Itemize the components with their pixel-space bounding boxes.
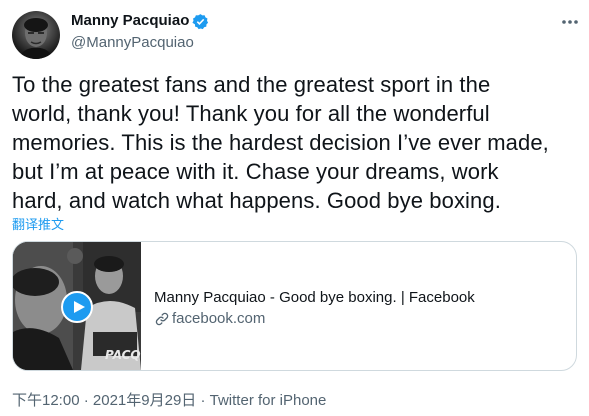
meta-separator: ·: [196, 392, 210, 409]
link-card[interactable]: PACQ Manny Pacquiao - Good bye boxing. |…: [12, 241, 577, 371]
verified-badge-icon: [192, 14, 209, 30]
avatar-image: [18, 18, 54, 59]
translate-tweet-link[interactable]: 翻译推文: [12, 214, 64, 233]
tweet-source[interactable]: Twitter for iPhone: [210, 392, 327, 409]
meta-separator: ·: [79, 392, 93, 409]
card-title[interactable]: Manny Pacquiao - Good bye boxing. | Face…: [154, 289, 475, 306]
tweet-time[interactable]: 下午12:00: [12, 392, 80, 409]
thumbnail-text: PACQ: [105, 348, 141, 362]
tweet-text-line: but I’m at peace with it. Chase your dre…: [12, 159, 499, 184]
tweet-text-line: memories. This is the hardest decision I…: [12, 130, 549, 155]
author-name[interactable]: Manny Pacquiao: [71, 12, 189, 29]
more-options-icon[interactable]: [560, 12, 580, 32]
link-icon: [155, 312, 169, 326]
card-thumbnail[interactable]: PACQ: [13, 242, 141, 370]
tweet-text-line: hard, and watch what happens. Good bye b…: [12, 188, 501, 213]
author-handle[interactable]: @MannyPacquiao: [71, 34, 194, 51]
tweet-metadata: 下午12:00 · 2021年9月29日 · Twitter for iPhon…: [12, 389, 326, 410]
tweet-text: To the greatest fans and the greatest sp…: [12, 70, 582, 215]
tweet-text-line: world, thank you! Thank you for all the …: [12, 101, 490, 126]
tweet-date[interactable]: 2021年9月29日: [93, 392, 196, 409]
tweet-text-line: To the greatest fans and the greatest sp…: [12, 72, 491, 97]
card-domain[interactable]: facebook.com: [172, 310, 265, 327]
play-icon[interactable]: [61, 291, 93, 323]
avatar[interactable]: [12, 11, 60, 59]
